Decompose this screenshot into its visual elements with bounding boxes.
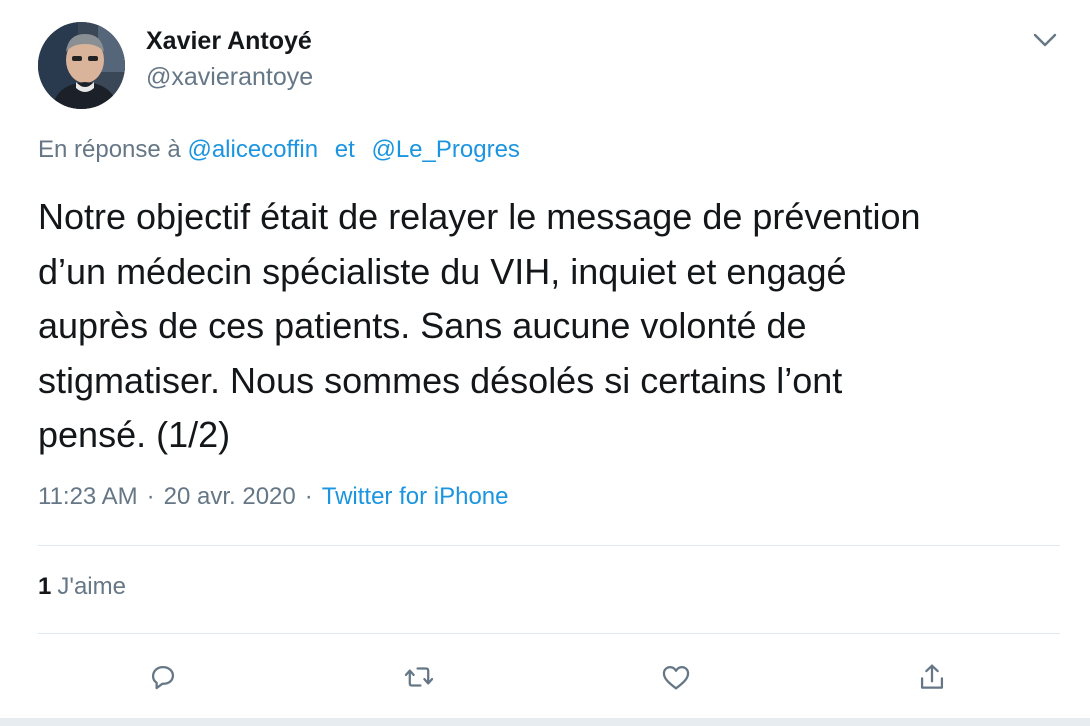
likes-count: 1 <box>38 573 52 600</box>
divider <box>38 545 1060 546</box>
meta-separator: · <box>304 483 313 510</box>
like-button[interactable] <box>656 657 696 697</box>
tweet-time[interactable]: 11:23 AM <box>38 483 138 510</box>
reply-conjunction: et <box>334 136 355 163</box>
reply-context: En réponse à @alicecoffin et @Le_Progres <box>38 136 520 164</box>
author-display-name[interactable]: Xavier Antoyé <box>146 27 312 56</box>
profile-photo-icon <box>38 22 125 109</box>
more-options-caret-icon[interactable] <box>1030 28 1060 52</box>
retweet-icon <box>404 667 434 687</box>
tweet-date[interactable]: 20 avr. 2020 <box>164 483 296 510</box>
tweet-text-line: Notre objectif était de relayer le messa… <box>38 196 921 237</box>
timeline-separator <box>0 718 1090 726</box>
tweet-card: Xavier Antoyé @xavierantoye En réponse à… <box>0 0 1090 726</box>
tweet-text: Notre objectif était de relayer le messa… <box>38 190 1048 463</box>
tweet-source-link[interactable]: Twitter for iPhone <box>322 483 509 510</box>
tweet-text-line: d’un médecin spécialiste du VIH, inquiet… <box>38 250 847 292</box>
mention-link-alicecoffin[interactable]: @alicecoffin <box>187 136 318 163</box>
like-icon <box>662 665 690 690</box>
reply-button[interactable] <box>143 657 183 697</box>
likes-stat[interactable]: 1 J'aime <box>38 573 126 601</box>
avatar[interactable] <box>38 22 125 109</box>
share-icon <box>920 664 944 689</box>
tweet-text-line: stigmatiser. Nous sommes désolés si cert… <box>38 359 843 401</box>
reply-prefix: En réponse à <box>38 136 181 163</box>
author-handle[interactable]: @xavierantoye <box>146 63 313 92</box>
tweet-text-line: auprès de ces patients. Sans aucune volo… <box>38 305 807 346</box>
meta-separator: · <box>146 483 155 510</box>
mention-link-le-progres[interactable]: @Le_Progres <box>371 136 519 163</box>
retweet-button[interactable] <box>399 657 439 697</box>
divider <box>38 633 1060 634</box>
share-button[interactable] <box>912 657 952 697</box>
tweet-meta: 11:23 AM · 20 avr. 2020 · Twitter for iPhone <box>38 483 508 511</box>
reply-icon <box>151 665 175 690</box>
likes-label: J'aime <box>57 573 126 600</box>
tweet-text-line: pensé. (1/2) <box>38 414 231 455</box>
